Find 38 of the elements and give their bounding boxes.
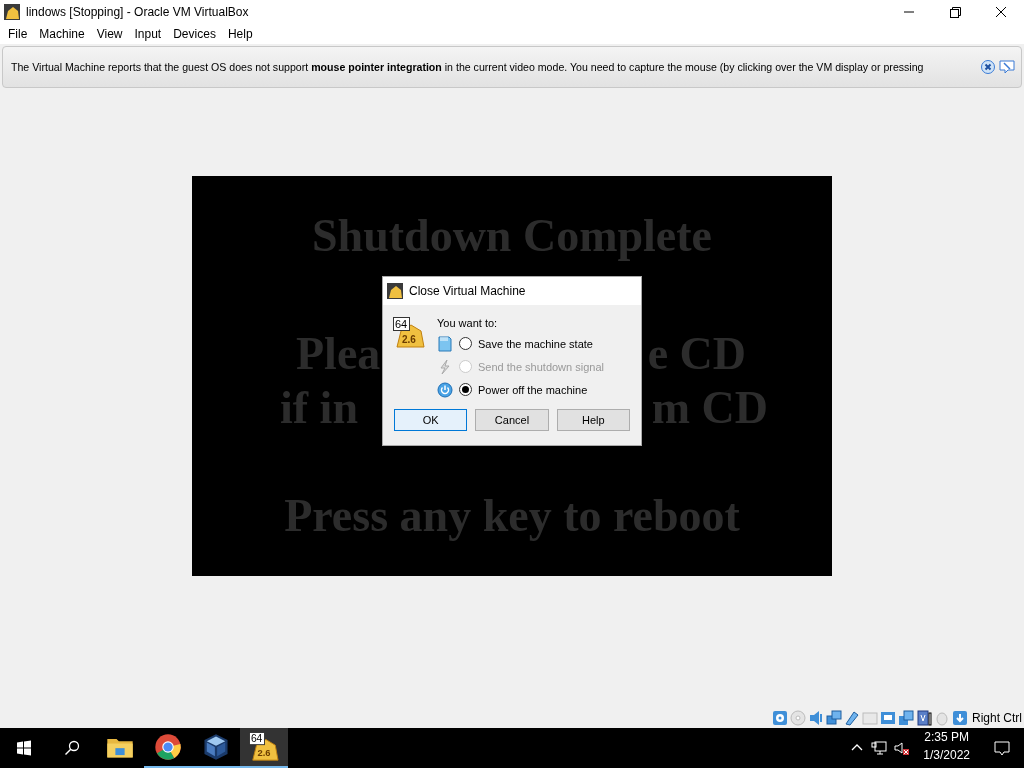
dialog-button[interactable]: Cancel xyxy=(475,409,549,431)
speaker-icon[interactable] xyxy=(808,710,824,726)
prompt-text: You want to: xyxy=(437,317,499,329)
option-label: Send the shutdown signal xyxy=(478,360,604,373)
menu-item[interactable]: Devices xyxy=(167,27,222,41)
app-icon xyxy=(387,283,403,299)
clock-date[interactable]: 1/3/2022 xyxy=(923,746,970,764)
notice-text: The Virtual Machine reports that the guest OS does not support mouse pointer integration in the current video mode. You need to capture the mouse (by clicking over the VM display or pressing xyxy=(11,61,925,73)
menu-item[interactable]: Help xyxy=(221,27,259,41)
cube-icon xyxy=(201,732,231,762)
clock-time[interactable]: 2:35 PM xyxy=(924,728,969,746)
option-label[interactable]: Power off the machine xyxy=(478,383,588,396)
menu-item[interactable]: File xyxy=(2,27,34,41)
windows-stack-icon[interactable] xyxy=(898,710,914,726)
power-icon xyxy=(437,381,453,398)
arrow-down-icon[interactable] xyxy=(952,710,968,726)
menu-item[interactable]: View xyxy=(90,27,129,41)
close-icon[interactable] xyxy=(980,59,996,75)
radio-button[interactable] xyxy=(459,337,472,350)
search-icon[interactable] xyxy=(64,740,80,756)
menu-item[interactable]: Input xyxy=(128,27,168,41)
sd-card-icon xyxy=(437,335,453,352)
speaker-muted-icon[interactable] xyxy=(893,740,910,756)
browser-icon xyxy=(153,732,183,762)
host-key-label: Right Ctrl xyxy=(972,711,1022,725)
option-label[interactable]: Save the machine state xyxy=(478,337,593,350)
notification-icon[interactable] xyxy=(994,740,1010,756)
dialog-button[interactable]: Help xyxy=(556,409,630,431)
dialog-title: Close Virtual Machine xyxy=(409,284,526,298)
monitor-icon[interactable] xyxy=(880,710,896,726)
taskbar-app[interactable]: 64 2.6 xyxy=(240,728,288,768)
radio-button[interactable] xyxy=(459,383,472,396)
menu-item[interactable]: Machine xyxy=(33,27,91,41)
dialog-button[interactable]: OK xyxy=(394,409,468,431)
windows-logo-icon[interactable] xyxy=(16,740,32,756)
pointer-icon[interactable] xyxy=(999,59,1015,75)
window-title: lindows [Stopping] - Oracle VM VirtualBox xyxy=(26,5,250,19)
app-icon xyxy=(4,4,20,20)
